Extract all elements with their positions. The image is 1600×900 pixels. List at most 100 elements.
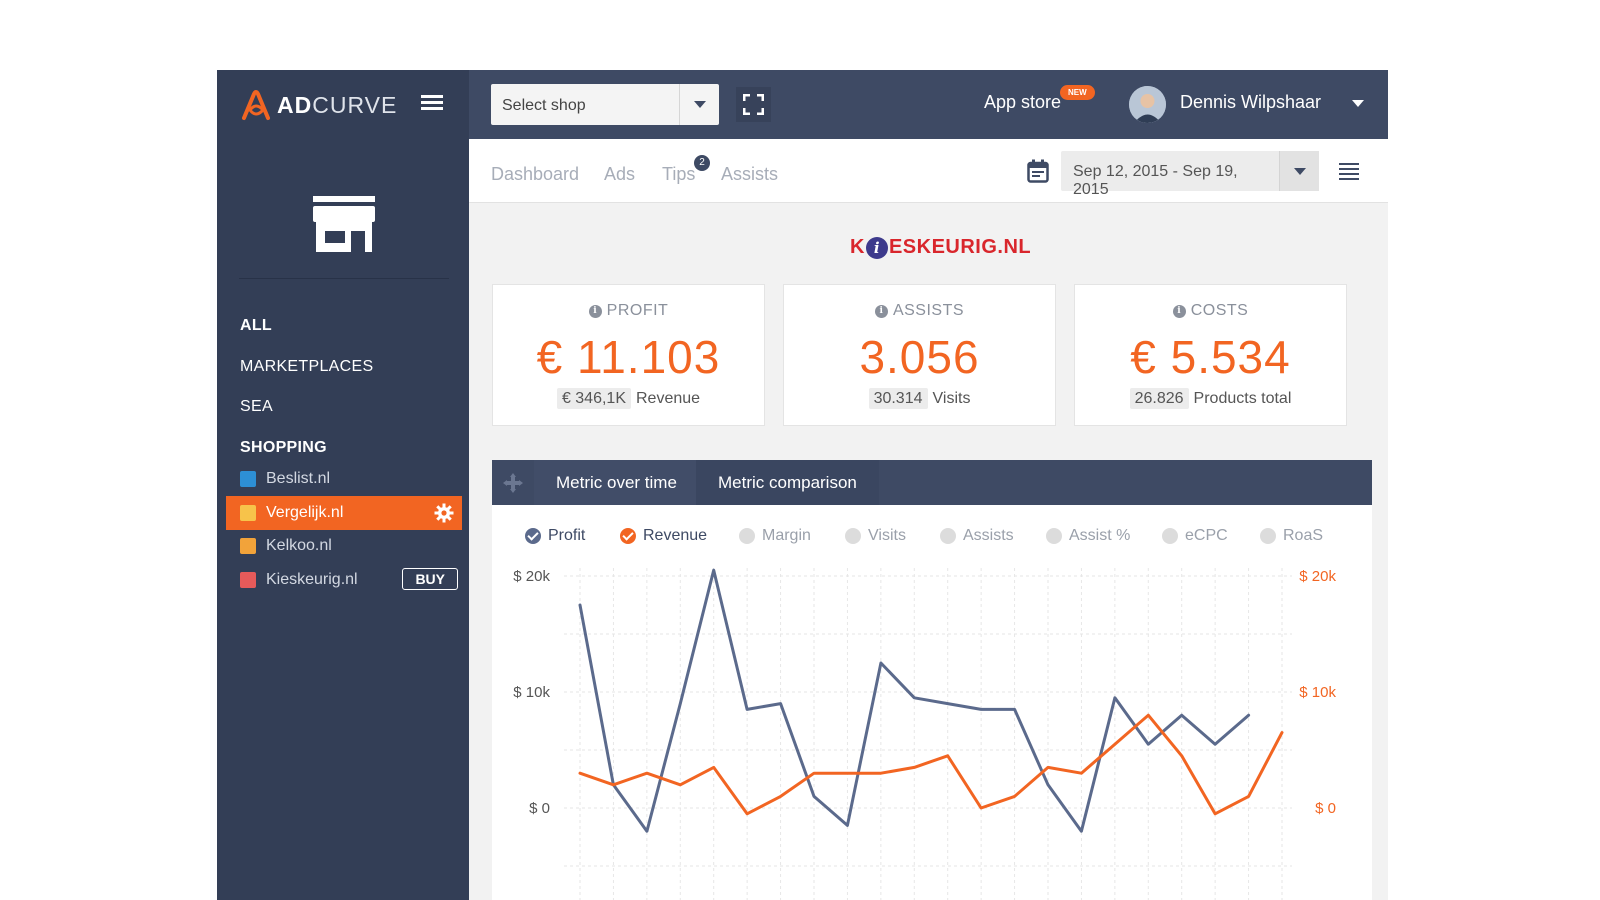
gear-icon[interactable]	[434, 503, 454, 523]
sub-navigation: Dashboard Ads Tips 2 Assists Sep 12, 201…	[469, 139, 1388, 203]
metric-line-chart: $ 20k $ 10k $ 0 $ 20k $ 10k $ 0	[513, 568, 1336, 900]
checkmark-icon	[525, 528, 541, 544]
tab-metric-comparison[interactable]: Metric comparison	[696, 460, 879, 505]
sidebar-item-label: Vergelijk.nl	[266, 504, 344, 521]
kpi-label: COSTS	[1190, 302, 1249, 319]
metric-label: Revenue	[643, 527, 708, 544]
radio-icon	[1162, 528, 1178, 544]
radio-icon	[940, 528, 956, 544]
kpi-value: € 11.103	[536, 331, 721, 383]
sidebar-item-label: Kieskeurig.nl	[266, 571, 358, 588]
user-menu-caret-icon[interactable]	[1352, 100, 1364, 107]
new-badge: NEW	[1060, 85, 1095, 100]
app-window: ADCURVE Select shop App store NEW Dennis…	[217, 70, 1388, 900]
radio-icon	[739, 528, 755, 544]
kpi-sub-value: 30.314	[868, 388, 928, 409]
sidebar-category-sea[interactable]: SEA	[240, 398, 273, 416]
logo-text-light: CURVE	[312, 91, 398, 118]
sidebar-item-beslist[interactable]: Beslist.nl	[226, 462, 462, 496]
adcurve-logo[interactable]: ADCURVE	[241, 88, 397, 122]
tab-ads[interactable]: Ads	[604, 164, 635, 185]
calendar-icon[interactable]	[1027, 159, 1049, 183]
sidebar-divider	[239, 278, 449, 279]
kieskeurig-logo: K i ESKEURIG.NL	[850, 236, 1031, 259]
logo-text-bold: AD	[277, 91, 313, 118]
chart-tab-bar: Metric over time Metric comparison	[492, 460, 1372, 505]
vergelijk-icon	[240, 505, 256, 521]
y-axis-left-tick-label: $ 10k	[513, 684, 550, 701]
drag-handle-icon[interactable]	[502, 472, 524, 494]
user-avatar-icon	[1129, 86, 1166, 123]
metric-label: Assist %	[1069, 527, 1131, 544]
metric-revenue[interactable]: Revenue	[620, 527, 707, 545]
sidebar-category-shopping[interactable]: SHOPPING	[240, 439, 327, 457]
sidebar-item-kieskeurig[interactable]: Kieskeurig.nl BUY	[226, 563, 462, 597]
user-name[interactable]: Dennis Wilpshaar	[1180, 92, 1321, 113]
kpi-card-profit: i PROFIT € 11.103 € 346,1K Revenue	[492, 284, 765, 426]
shop-logo-dot: i	[865, 236, 888, 259]
metric-label: eCPC	[1185, 527, 1228, 544]
logo-area: ADCURVE	[217, 70, 469, 139]
tips-count-badge: 2	[694, 155, 710, 171]
metric-assists[interactable]: Assists	[940, 527, 1014, 545]
info-icon[interactable]: i	[588, 304, 602, 318]
shop-select-dropdown[interactable]: Select shop	[491, 84, 719, 125]
kpi-card-assists: i ASSISTS 3.056 30.314 Visits	[783, 284, 1056, 426]
buy-button[interactable]: BUY	[402, 568, 458, 590]
shop-logo-prefix: K	[850, 236, 865, 258]
kpi-sub-value: € 346,1K	[556, 388, 631, 409]
metric-label: Assists	[963, 527, 1014, 544]
top-bar: ADCURVE Select shop App store NEW Dennis…	[217, 70, 1388, 139]
metric-label: Profit	[548, 527, 586, 544]
metric-profit[interactable]: Profit	[525, 527, 585, 545]
kpi-sub-value: 26.826	[1129, 388, 1189, 409]
metric-label: Visits	[868, 527, 906, 544]
chevron-down-icon[interactable]	[679, 84, 719, 125]
date-range-label: Sep 12, 2015 - Sep 19, 2015	[1073, 163, 1238, 198]
metric-label: RoaS	[1283, 527, 1324, 544]
metric-margin[interactable]: Margin	[739, 527, 811, 545]
radio-icon	[845, 528, 861, 544]
kpi-sub-label: Visits	[932, 390, 971, 407]
sidebar-item-vergelijk[interactable]: Vergelijk.nl	[226, 496, 462, 530]
sidebar-item-label: Beslist.nl	[266, 470, 331, 487]
fullscreen-button[interactable]	[736, 87, 771, 122]
y-axis-right-tick-label: $ 20k	[1299, 568, 1336, 585]
tab-assists[interactable]: Assists	[721, 164, 778, 185]
avatar[interactable]	[1129, 86, 1166, 123]
fullscreen-icon	[743, 94, 764, 115]
store-icon	[313, 196, 375, 252]
tab-tips[interactable]: Tips	[662, 164, 695, 185]
info-icon[interactable]: i	[874, 304, 888, 318]
metric-roas[interactable]: RoaS	[1260, 527, 1323, 545]
radio-icon	[1260, 528, 1276, 544]
metric-assist-percent[interactable]: Assist %	[1046, 527, 1130, 545]
shop-logo-suffix: ESKEURIG.NL	[888, 236, 1032, 258]
tab-dashboard[interactable]: Dashboard	[491, 164, 579, 185]
kpi-value: € 5.534	[1130, 331, 1291, 383]
radio-icon	[1046, 528, 1062, 544]
info-icon[interactable]: i	[1172, 304, 1186, 318]
chevron-down-icon[interactable]	[1279, 151, 1319, 191]
hamburger-menu-icon[interactable]	[421, 95, 443, 113]
tab-metric-over-time[interactable]: Metric over time	[534, 460, 699, 505]
metric-visits[interactable]: Visits	[845, 527, 906, 545]
kpi-label: PROFIT	[606, 302, 669, 319]
metric-ecpc[interactable]: eCPC	[1162, 527, 1228, 545]
sidebar-item-kelkoo[interactable]: Kelkoo.nl	[226, 529, 462, 563]
kpi-sub-label: Products total	[1193, 390, 1292, 407]
date-range-picker[interactable]: Sep 12, 2015 - Sep 19, 2015	[1061, 151, 1319, 198]
sidebar-category-marketplaces[interactable]: MARKETPLACES	[240, 358, 373, 376]
kpi-value: 3.056	[859, 331, 980, 383]
adcurve-logo-icon	[242, 90, 270, 120]
sidebar-category-all[interactable]: ALL	[240, 317, 272, 335]
series-line-revenue	[578, 713, 1284, 816]
metric-selector: Profit Revenue Margin Visits Assists Ass…	[492, 527, 1372, 551]
app-store-link[interactable]: App store	[984, 92, 1061, 113]
beslist-icon	[240, 471, 256, 487]
y-axis-right-tick-label: $ 0	[1315, 800, 1336, 817]
y-axis-left-tick-label: $ 0	[529, 800, 550, 817]
kieskeurig-icon	[240, 572, 256, 588]
sidebar: ALL MARKETPLACES SEA SHOPPING Beslist.nl…	[217, 139, 469, 900]
list-menu-icon[interactable]	[1339, 163, 1359, 180]
